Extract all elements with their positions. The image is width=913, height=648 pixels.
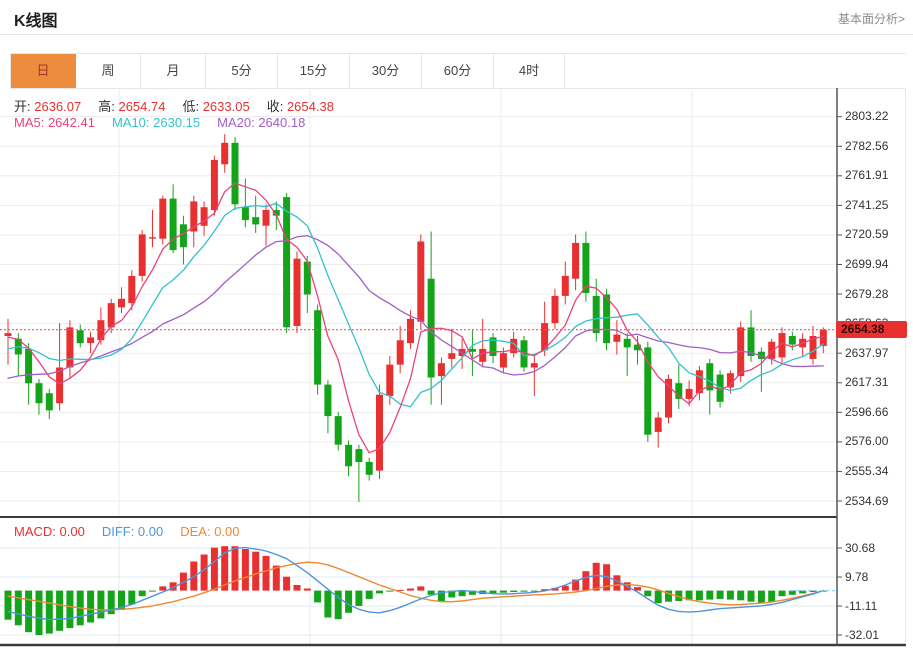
y-axis-label: 2617.31 [845, 375, 888, 389]
y-axis-label: 30.68 [845, 541, 875, 555]
y-axis-label: 2741.25 [845, 198, 888, 212]
y-axis-label: 2555.34 [845, 464, 888, 478]
y-axis-label: -11.11 [845, 599, 877, 613]
ma-readout: MA5: 2642.41 MA10: 2630.15 MA20: 2640.18 [14, 115, 322, 130]
readout-item: MA5: 2642.41 [14, 115, 95, 130]
y-axis-label: 2596.66 [845, 405, 888, 419]
current-price-badge: 2654.38 [836, 321, 907, 338]
y-axis-label: 9.78 [845, 570, 868, 584]
y-axis-label: 2803.22 [845, 109, 888, 123]
y-axis-label: 2782.56 [845, 139, 888, 153]
y-axis-label: -32.01 [845, 628, 879, 642]
readout-item: 收: 2654.38 [267, 96, 334, 115]
macd-histogram [5, 546, 827, 635]
y-axis-label: 2679.28 [845, 287, 888, 301]
readout-item: 开: 2636.07 [14, 96, 81, 115]
y-axis-label: 2699.94 [845, 257, 888, 271]
y-axis-label: 2761.91 [845, 168, 888, 182]
readout-item: MA20: 2640.18 [217, 115, 305, 130]
y-axis-label: 2534.69 [845, 494, 888, 508]
y-axis-label: 2637.97 [845, 346, 888, 360]
readout-item: MACD: 0.00 [14, 524, 85, 539]
readout-item: 高: 2654.74 [98, 96, 165, 115]
ohlc-readout: 开: 2636.07 高: 2654.74 低: 2633.05 收: 2654.38 [14, 96, 351, 115]
readout-item: DIFF: 0.00 [102, 524, 163, 539]
readout-item: 低: 2633.05 [182, 96, 249, 115]
y-axis-label: 2576.00 [845, 434, 888, 448]
readout-item: DEA: 0.00 [180, 524, 239, 539]
y-axis-label: 2720.59 [845, 227, 888, 241]
readout-item: MA10: 2630.15 [112, 115, 200, 130]
macd-readout: MACD: 0.00 DIFF: 0.00 DEA: 0.00 [14, 524, 257, 539]
